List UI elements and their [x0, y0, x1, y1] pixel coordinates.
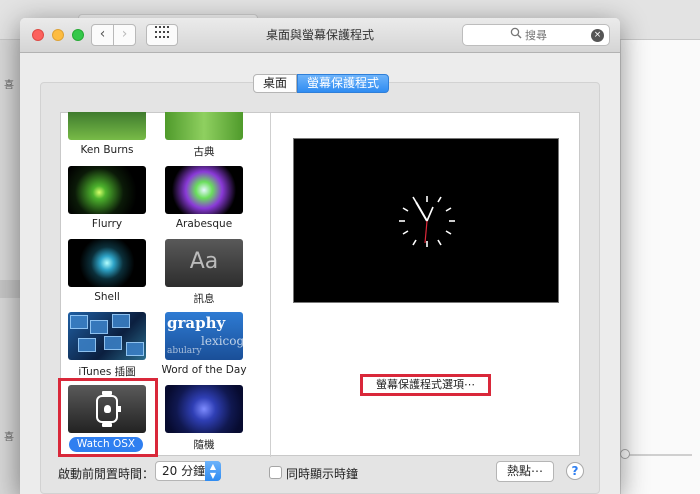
chevron-up-down-icon: ▲ ▼ — [205, 461, 221, 481]
watch-icon — [96, 391, 121, 427]
screensaver-label: Arabesque — [175, 218, 233, 230]
clear-search-icon[interactable]: × — [591, 29, 604, 42]
search-field[interactable]: × — [462, 24, 610, 46]
screensaver-label: Shell — [94, 291, 120, 303]
album-tile — [70, 315, 88, 329]
screensaver-label: 訊息 — [193, 293, 215, 305]
thumbnail-classic[interactable] — [165, 112, 243, 140]
apple-logo-icon — [104, 405, 111, 413]
thumbnail-watch-osx[interactable] — [68, 385, 146, 433]
thumbnail-shell[interactable] — [68, 239, 146, 287]
word-preview-text: graphy — [167, 314, 226, 332]
show-clock-label: 同時顯示時鐘 — [286, 467, 359, 481]
screensaver-label: Flurry — [91, 218, 123, 230]
thumbnail-flurry[interactable] — [68, 166, 146, 214]
thumbnail-arabesque[interactable] — [165, 166, 243, 214]
screensaver-preview — [293, 138, 559, 303]
album-tile — [104, 336, 122, 350]
pane-divider — [270, 113, 271, 457]
idle-delay-select[interactable]: 20 分鐘 ▲ ▼ — [155, 461, 221, 481]
screensaver-label: iTunes 插圖 — [78, 366, 136, 378]
background-slider-knob[interactable] — [620, 449, 630, 459]
start-after-label: 啟動前閒置時間： — [58, 467, 155, 481]
idle-delay-value: 20 分鐘 — [162, 464, 206, 478]
thumbnail-message[interactable]: Aa — [165, 239, 243, 287]
background-selection-strip — [0, 280, 20, 298]
screensaver-label: Word of the Day — [161, 364, 247, 376]
hot-corners-button[interactable]: 熱點⋯ — [496, 461, 554, 482]
search-icon — [510, 27, 522, 42]
album-tile — [126, 342, 144, 356]
screensaver-label: 古典 — [193, 146, 215, 158]
screensaver-label: 隨機 — [193, 439, 215, 451]
show-clock-checkbox[interactable] — [269, 466, 282, 479]
screensaver-options-button[interactable]: 螢幕保護程式選項⋯ — [360, 374, 491, 396]
word-preview-text: abulary — [167, 346, 202, 356]
background-slider-track[interactable] — [626, 454, 692, 456]
search-input[interactable] — [525, 28, 585, 43]
thumbnail-random[interactable] — [165, 385, 243, 433]
preferences-window: ‹ › 桌面與螢幕保護程式 × — [20, 18, 620, 494]
help-button[interactable]: ? — [566, 462, 584, 480]
album-tile — [112, 314, 130, 328]
background-sidebar-mark: 喜 — [4, 432, 14, 443]
background-right-pane — [620, 40, 700, 494]
title-bar: ‹ › 桌面與螢幕保護程式 × — [20, 18, 620, 53]
album-tile — [78, 338, 96, 352]
clock-icon — [399, 196, 455, 247]
screensaver-label-selected: Watch OSX — [69, 437, 143, 452]
album-tile — [90, 320, 108, 334]
thumbnail-ken-burns[interactable] — [68, 112, 146, 140]
screensaver-label: Ken Burns — [80, 144, 134, 156]
background-sidebar: 喜 喜 — [0, 40, 20, 494]
tab-screen-saver[interactable]: 螢幕保護程式 — [297, 74, 389, 93]
tab-desktop[interactable]: 桌面 — [253, 74, 297, 93]
message-preview-text: Aa — [189, 249, 219, 274]
thumbnail-word-of-the-day[interactable]: graphy lexicog abulary — [165, 312, 243, 360]
word-preview-text: lexicog — [201, 334, 243, 348]
thumbnail-itunes-artwork[interactable] — [68, 312, 146, 360]
background-sidebar-mark: 喜 — [4, 80, 14, 91]
